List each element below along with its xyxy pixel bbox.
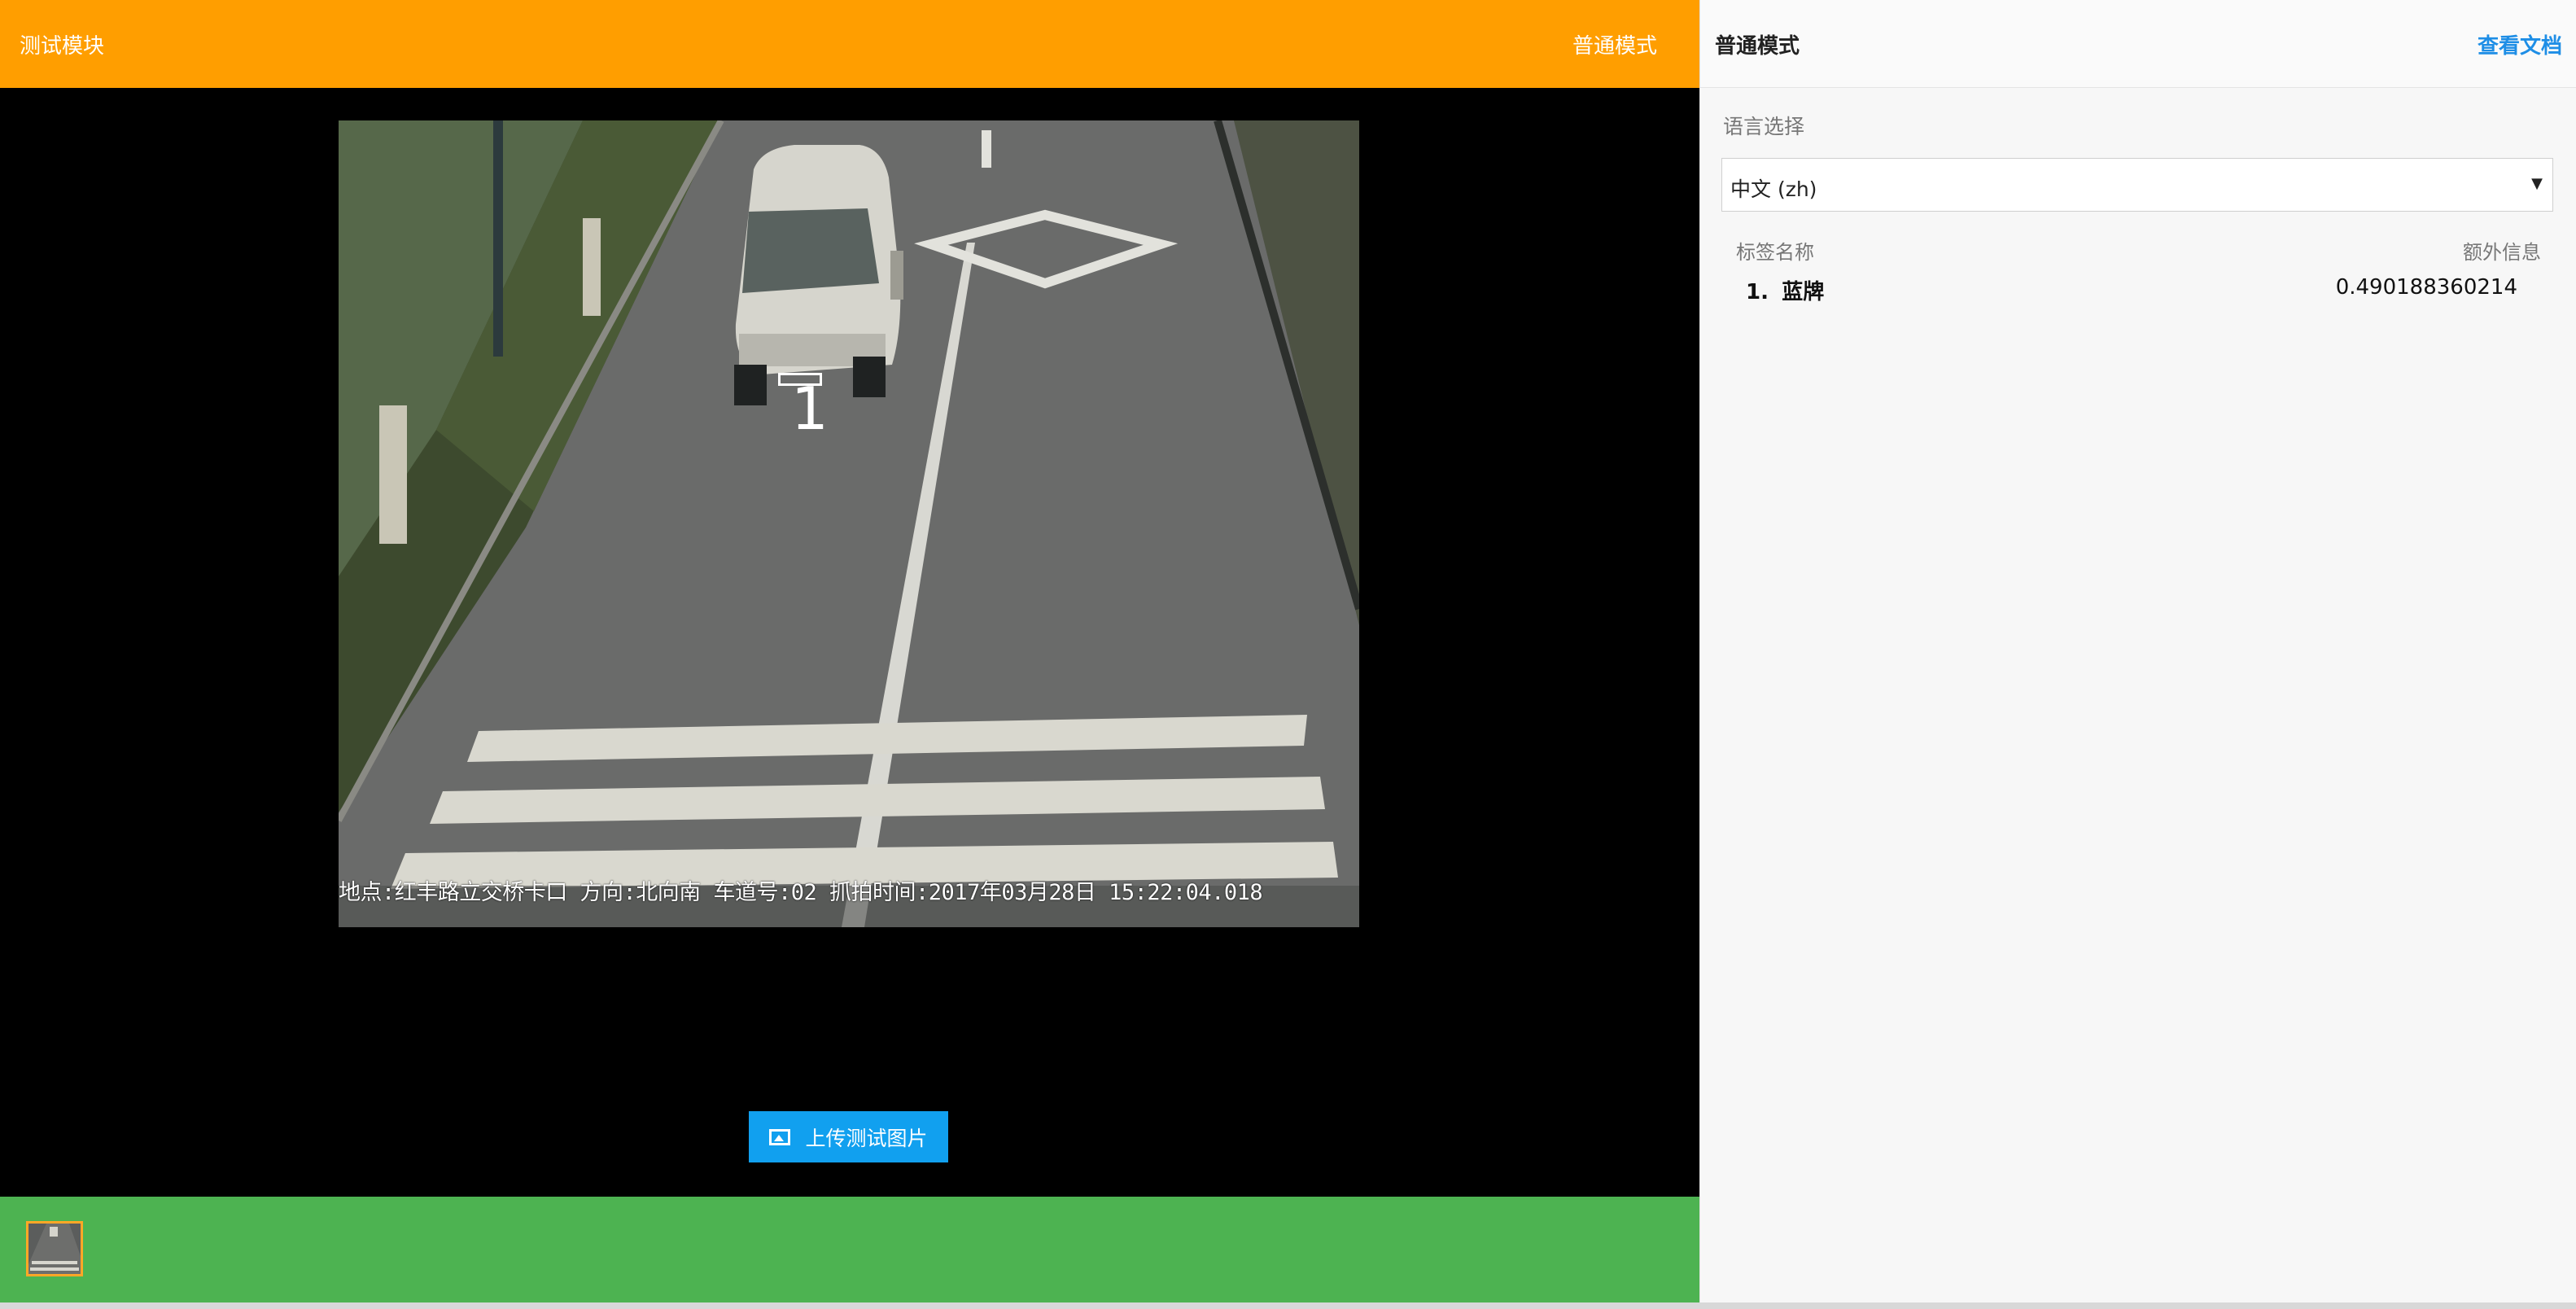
results-panel: 普通模式 查看文档 语言选择 中文 (zh) ▼ 标签名称 额外信息 1. 蓝牌… [1699,0,2576,1302]
road-scene-illustration [339,120,1359,927]
view-docs-link[interactable]: 查看文档 [2478,29,2562,59]
result-index: 1. [1746,280,1769,304]
language-select-value: 中文 (zh) [1730,177,1817,201]
panel-header: 普通模式 查看文档 [1700,0,2576,88]
test-image: 1 地点:红丰路立交桥卡口 方向:北向南 车道号:02 抓拍时间:2017年03… [339,120,1359,927]
language-select[interactable]: 中文 (zh) ▼ [1721,158,2553,212]
result-score: 0.490188360214 [2335,275,2517,300]
camera-overlay-text: 地点:红丰路立交桥卡口 方向:北向南 车道号:02 抓拍时间:2017年03月2… [339,880,1263,905]
mode-label[interactable]: 普通模式 [1572,29,1657,59]
bottom-edge-strip [0,1302,2576,1309]
image-icon [769,1128,791,1145]
upload-test-image-button[interactable]: 上传测试图片 [749,1111,948,1162]
van-shape [734,145,903,405]
module-title: 测试模块 [20,34,105,59]
upload-button-label: 上传测试图片 [805,1126,928,1150]
thumbnail-image [28,1224,81,1274]
detection-label: 1 [791,374,829,443]
preview-pane: 测试模块 普通模式 1 地点:红丰路立交桥卡口 方向:北向南 车道号:02 抓拍… [0,0,1699,1309]
top-bar: 测试模块 普通模式 [0,0,1699,88]
dropdown-caret-icon: ▼ [2531,175,2543,192]
result-row: 1. 蓝牌 0.490188360214 [1746,275,2560,305]
result-label: 蓝牌 [1782,280,1825,304]
thumbnail-strip [0,1197,1699,1302]
language-label: 语言选择 [1723,115,1805,138]
column-label-name: 标签名称 [1736,241,1814,264]
thumbnail-item[interactable] [26,1221,83,1276]
column-extra-info: 额外信息 [2463,241,2541,264]
panel-mode-title: 普通模式 [1715,34,1800,59]
